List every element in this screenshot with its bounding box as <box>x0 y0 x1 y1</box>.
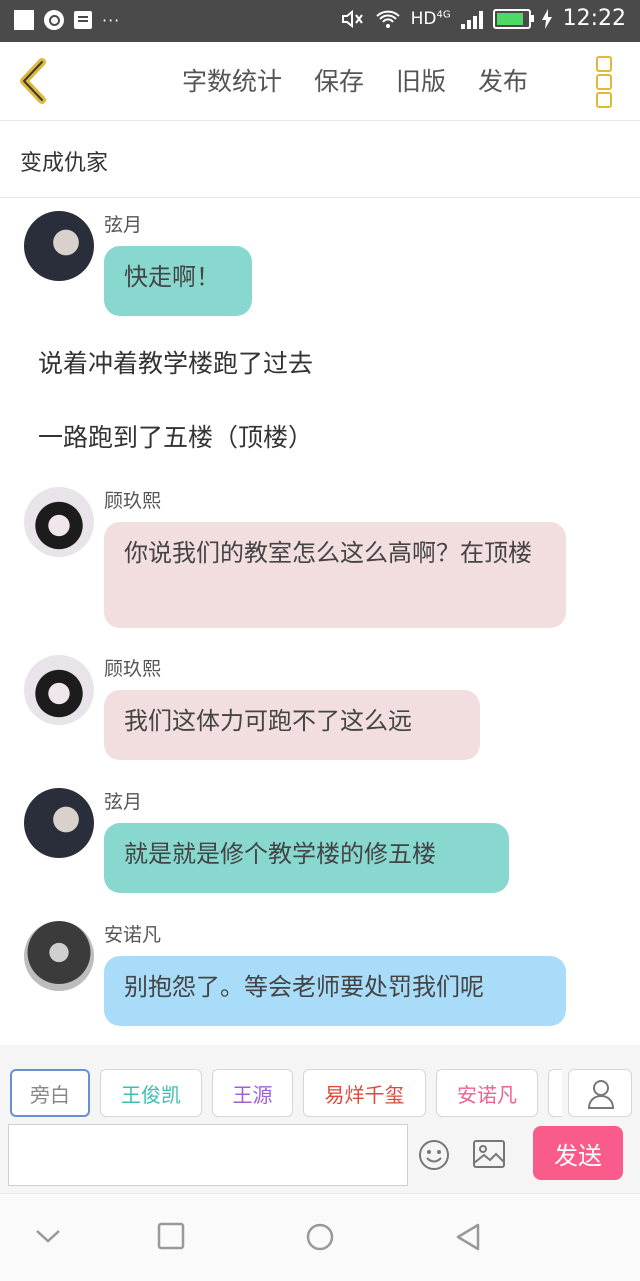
speaker-name: 弦月 <box>104 214 143 236</box>
search-notification-icon <box>44 10 64 30</box>
chat-bubble[interactable]: 别抱怨了。等会老师要处罚我们呢 <box>104 956 566 1026</box>
character-chip[interactable]: 王俊凯 <box>100 1069 202 1117</box>
chat-bubble[interactable]: 就是就是修个教学楼的修五楼 <box>104 823 509 893</box>
chapter-title-bar[interactable]: 变成仇家 <box>0 121 640 198</box>
word-count-button[interactable]: 字数统计 <box>182 62 282 98</box>
avatar[interactable] <box>24 211 94 281</box>
mute-icon <box>341 9 363 28</box>
editor-toolbar: 字数统计 保存 旧版 发布 <box>0 42 640 121</box>
narration-line[interactable]: 一路跑到了五楼（顶楼） <box>38 418 313 454</box>
publish-button[interactable]: 发布 <box>478 62 528 98</box>
message-notification-icon <box>74 11 92 29</box>
avatar[interactable] <box>24 487 94 557</box>
recent-apps-icon[interactable] <box>157 1222 185 1250</box>
status-bar: ··· HD4G 12:22 <box>0 0 640 42</box>
avatar[interactable] <box>24 788 94 858</box>
back-arrow-icon[interactable] <box>14 58 54 104</box>
emoji-icon[interactable] <box>418 1139 450 1171</box>
image-icon[interactable] <box>472 1139 506 1169</box>
network-label: HD4G <box>410 8 451 29</box>
home-icon[interactable] <box>305 1222 335 1252</box>
more-notifications-icon: ··· <box>102 10 121 30</box>
narration-line[interactable]: 说着冲着教学楼跑了过去 <box>38 344 313 380</box>
chapter-title: 变成仇家 <box>20 151 109 176</box>
signal-icon <box>460 9 483 29</box>
composer-panel: 旁白 王俊凯 王源 易烊千玺 安诺凡 发送 <box>0 1045 640 1193</box>
wifi-icon <box>375 10 400 28</box>
chat-bubble[interactable]: 我们这体力可跑不了这么远 <box>104 690 480 760</box>
person-icon <box>587 1080 615 1109</box>
speaker-name: 安诺凡 <box>104 924 162 946</box>
speaker-name: 顾玖熙 <box>104 490 162 512</box>
charging-icon <box>541 8 552 29</box>
message-input[interactable] <box>8 1124 408 1186</box>
clock: 12:22 <box>562 6 626 31</box>
notification-square-icon <box>14 10 34 30</box>
battery-icon <box>492 8 534 29</box>
system-nav-bar <box>0 1193 640 1281</box>
chevron-down-icon[interactable] <box>34 1222 62 1250</box>
avatar[interactable] <box>24 921 94 991</box>
old-version-button[interactable]: 旧版 <box>396 62 446 98</box>
character-chip[interactable]: 安诺凡 <box>436 1069 538 1117</box>
save-button[interactable]: 保存 <box>314 62 364 98</box>
chat-bubble[interactable]: 你说我们的教室怎么这么高啊？在顶楼 <box>104 522 566 628</box>
add-character-button[interactable] <box>568 1069 632 1117</box>
speaker-name: 弦月 <box>104 791 143 813</box>
back-triangle-icon[interactable] <box>454 1222 482 1252</box>
speaker-name: 顾玖熙 <box>104 658 162 680</box>
chat-bubble[interactable]: 快走啊！ <box>104 246 252 316</box>
character-chip[interactable]: 易烊千玺 <box>303 1069 426 1117</box>
more-menu-icon[interactable] <box>596 56 612 108</box>
send-button[interactable]: 发送 <box>533 1126 623 1180</box>
character-chip[interactable]: 王源 <box>212 1069 293 1117</box>
character-chip-partial[interactable] <box>548 1069 562 1117</box>
character-chip-narrator[interactable]: 旁白 <box>10 1069 90 1117</box>
avatar[interactable] <box>24 655 94 725</box>
